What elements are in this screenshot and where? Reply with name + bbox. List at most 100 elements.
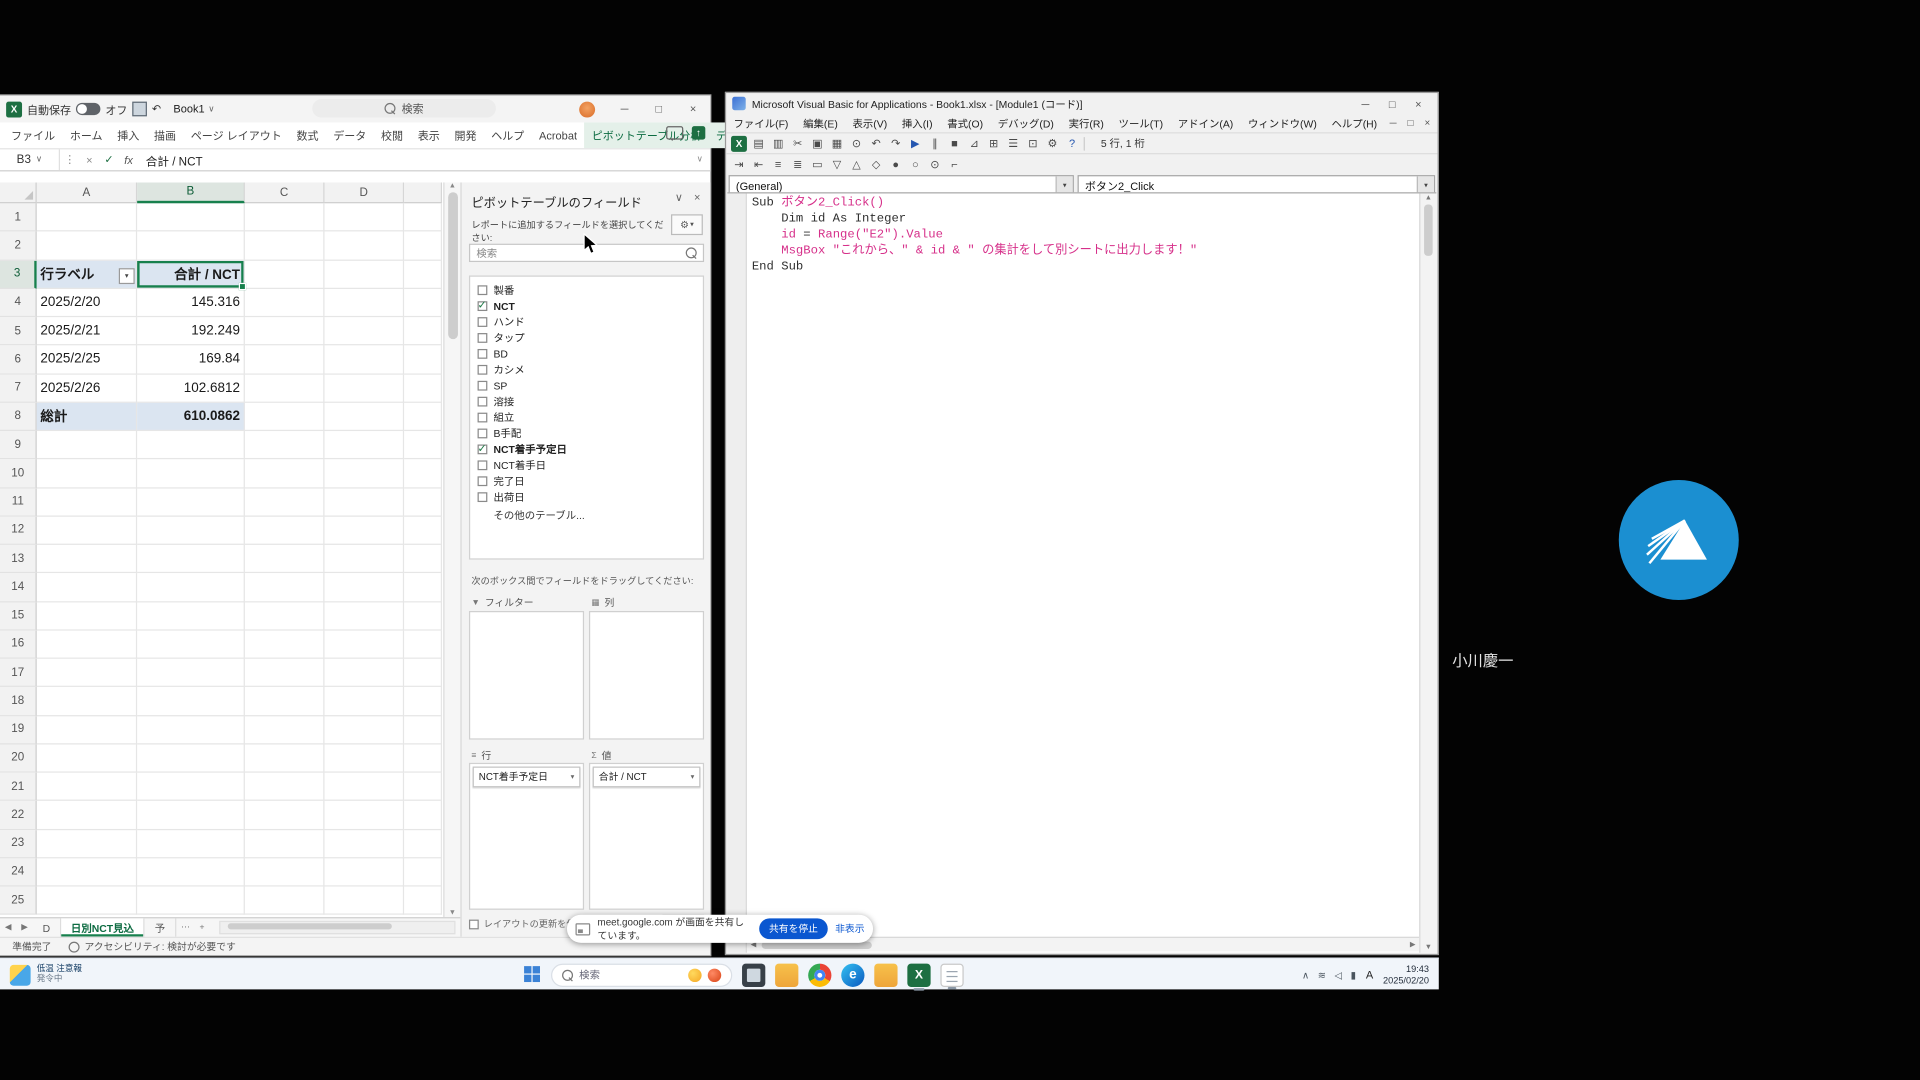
cell-C7[interactable]: [245, 374, 325, 402]
vba-menu-item[interactable]: ウィンドウ(W): [1241, 116, 1324, 131]
cell-B14[interactable]: [137, 573, 245, 601]
cell-C22[interactable]: [245, 801, 325, 829]
cell-D14[interactable]: [324, 573, 404, 601]
folder-icon[interactable]: [874, 963, 897, 986]
row-header-10[interactable]: 10: [0, 459, 37, 487]
vba-menu-item[interactable]: デバッグ(D): [990, 116, 1061, 131]
cell-C18[interactable]: [245, 687, 325, 715]
cell-x20[interactable]: [404, 744, 442, 772]
field-item[interactable]: B手配: [473, 425, 701, 441]
cell-D4[interactable]: [324, 289, 404, 317]
cell-x3[interactable]: [404, 260, 442, 288]
bookmark-icon[interactable]: ▭: [809, 156, 825, 172]
field-item[interactable]: ハンド: [473, 313, 701, 329]
cell-B11[interactable]: [137, 488, 245, 516]
cut-icon[interactable]: ✂: [790, 135, 806, 151]
hscroll-thumb[interactable]: [228, 923, 392, 929]
cell-x12[interactable]: [404, 516, 442, 544]
cell-x18[interactable]: [404, 687, 442, 715]
module-minimize-icon[interactable]: ─: [1390, 118, 1397, 129]
ribbon-tab[interactable]: 描画: [147, 122, 184, 148]
cell-x17[interactable]: [404, 659, 442, 687]
scroll-right-icon[interactable]: ▶: [1410, 940, 1416, 949]
vba-menu-item[interactable]: ファイル(F): [726, 116, 796, 131]
field-checkbox[interactable]: [478, 444, 488, 454]
cell-B16[interactable]: [137, 630, 245, 658]
row-header-21[interactable]: 21: [0, 773, 37, 801]
defer-checkbox-box[interactable]: [469, 919, 479, 929]
cell-C2[interactable]: [245, 232, 325, 260]
next-bookmark-icon[interactable]: ▽: [829, 156, 845, 172]
cell-B13[interactable]: [137, 545, 245, 573]
scrollbar-thumb[interactable]: [448, 192, 458, 339]
field-checkbox[interactable]: [478, 332, 488, 342]
vertical-scrollbar[interactable]: ▲ ▼: [443, 182, 460, 917]
cell-B22[interactable]: [137, 801, 245, 829]
cell-A13[interactable]: [37, 545, 137, 573]
cell-C10[interactable]: [245, 459, 325, 487]
autosave-toggle[interactable]: [76, 103, 100, 115]
row-header-1[interactable]: 1: [0, 203, 37, 231]
cell-C6[interactable]: [245, 346, 325, 374]
code-vscrollbar[interactable]: ▲ ▼: [1419, 193, 1436, 952]
cell-A12[interactable]: [37, 516, 137, 544]
module-close-icon[interactable]: ×: [1424, 118, 1430, 129]
chrome-icon[interactable]: [808, 963, 831, 986]
row-header-17[interactable]: 17: [0, 659, 37, 687]
formula-enter-icon[interactable]: ✓: [99, 153, 119, 166]
field-checkbox[interactable]: [478, 317, 488, 327]
cell-B1[interactable]: [137, 203, 245, 231]
vba-menu-item[interactable]: 書式(O): [940, 116, 991, 131]
cell-B9[interactable]: [137, 431, 245, 459]
field-checkbox[interactable]: [478, 492, 488, 502]
cell-A23[interactable]: [37, 830, 137, 858]
properties-window-icon[interactable]: ☰: [1005, 135, 1021, 151]
formula-value[interactable]: 合計 / NCT: [146, 151, 203, 168]
cell-B20[interactable]: [137, 744, 245, 772]
cell-C23[interactable]: [245, 830, 325, 858]
cell-C21[interactable]: [245, 773, 325, 801]
module-restore-icon[interactable]: □: [1408, 118, 1414, 129]
columns-area[interactable]: [589, 611, 704, 740]
add-sheet-icon[interactable]: +: [195, 923, 210, 932]
code-line[interactable]: MsgBox "これから、" & id & " の集計をして別シートに出力します…: [752, 244, 1414, 260]
cell-A20[interactable]: [37, 744, 137, 772]
ribbon-tab[interactable]: ファイル: [4, 122, 63, 148]
cell-D8[interactable]: [324, 403, 404, 431]
chip-dropdown-icon[interactable]: ▾: [691, 773, 695, 780]
row-header-25[interactable]: 25: [0, 887, 37, 915]
wifi-icon[interactable]: ≋: [1318, 969, 1326, 980]
start-button[interactable]: [524, 966, 541, 983]
cell-B10[interactable]: [137, 459, 245, 487]
cell-C25[interactable]: [245, 887, 325, 915]
clock[interactable]: 19:43 2025/02/20: [1383, 964, 1429, 986]
filters-area[interactable]: [469, 611, 584, 740]
cell-D23[interactable]: [324, 830, 404, 858]
edge-icon[interactable]: e: [841, 963, 864, 986]
cell-D3[interactable]: [324, 260, 404, 288]
row-header-2[interactable]: 2: [0, 232, 37, 260]
cell-C1[interactable]: [245, 203, 325, 231]
cell-x8[interactable]: [404, 403, 442, 431]
vscroll-thumb[interactable]: [1424, 204, 1433, 255]
name-box-dropdown-icon[interactable]: ∨: [36, 156, 42, 165]
outdent-icon[interactable]: ⇤: [751, 156, 767, 172]
cell-x14[interactable]: [404, 573, 442, 601]
field-checkbox[interactable]: [478, 428, 488, 438]
taskview-icon[interactable]: [742, 963, 765, 986]
vba-close-button[interactable]: ×: [1415, 97, 1421, 109]
cell-D6[interactable]: [324, 346, 404, 374]
cell-x6[interactable]: [404, 346, 442, 374]
paste-icon[interactable]: ▦: [829, 135, 845, 151]
row-header-24[interactable]: 24: [0, 858, 37, 886]
insert-function-icon[interactable]: fx: [119, 154, 139, 166]
ribbon-tab[interactable]: 開発: [447, 122, 484, 148]
cell-A19[interactable]: [37, 716, 137, 744]
cell-C9[interactable]: [245, 431, 325, 459]
code-line[interactable]: id = Range("E2").Value: [752, 228, 1414, 244]
cell-x25[interactable]: [404, 887, 442, 915]
cell-A21[interactable]: [37, 773, 137, 801]
cell-x4[interactable]: [404, 289, 442, 317]
find-icon[interactable]: ⊙: [849, 135, 865, 151]
cell-x24[interactable]: [404, 858, 442, 886]
